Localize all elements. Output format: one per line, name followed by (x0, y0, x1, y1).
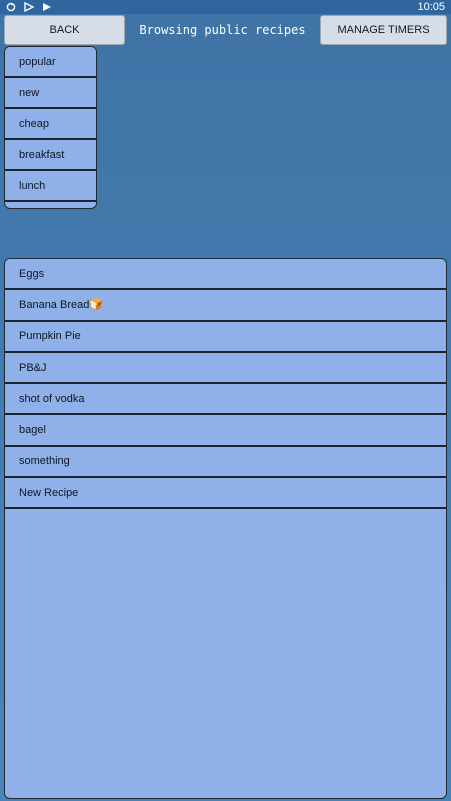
recipe-item[interactable]: Banana Bread🍞 (5, 290, 446, 322)
status-bar: 10:05 (0, 0, 451, 14)
tag-item-cheap[interactable]: cheap (5, 109, 96, 140)
status-icons (6, 1, 52, 13)
recipe-item[interactable]: something (5, 446, 446, 479)
back-button[interactable]: BACK (4, 15, 125, 45)
recipe-item[interactable]: Eggs (5, 259, 446, 291)
tag-item-lunch[interactable]: lunch (5, 171, 96, 202)
play-store-icon (42, 2, 52, 12)
status-time: 10:05 (417, 1, 445, 13)
tag-item-popular[interactable]: popular (5, 47, 96, 78)
recipe-item[interactable]: shot of vodka (5, 384, 446, 416)
recipe-list[interactable]: Eggs Banana Bread🍞 Pumpkin Pie PB&J shot… (4, 258, 447, 799)
signal-icon (24, 1, 35, 13)
tag-filter-list[interactable]: popular new cheap breakfast lunch (4, 46, 97, 209)
recipe-item[interactable]: PB&J (5, 352, 446, 385)
tag-item-breakfast[interactable]: breakfast (5, 140, 96, 171)
tag-item-new[interactable]: new (5, 78, 96, 109)
recipe-item[interactable]: bagel (5, 415, 446, 447)
header-bar: BACK Browsing public recipes MANAGE TIME… (0, 14, 451, 46)
manage-timers-button[interactable]: MANAGE TIMERS (320, 15, 447, 45)
page-title: Browsing public recipes (139, 23, 306, 37)
recipe-item[interactable]: Pumpkin Pie (5, 321, 446, 353)
sync-icon (6, 2, 16, 12)
recipe-item[interactable]: New Recipe (5, 478, 446, 510)
